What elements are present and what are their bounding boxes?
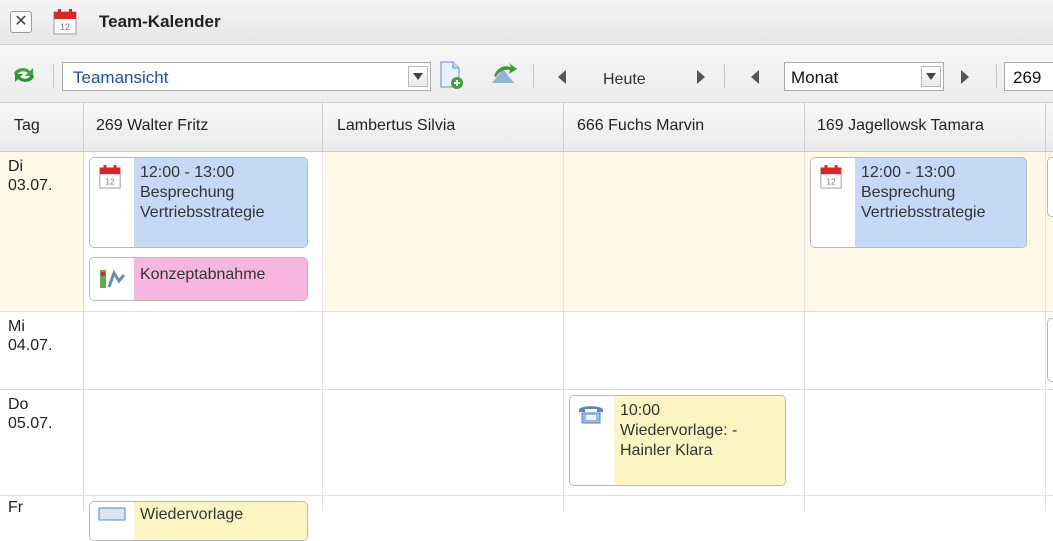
appointment-event[interactable]: 12 12:00 - 13:00 Besprechung Vertriebsst… <box>810 157 1027 248</box>
period-select[interactable]: Monat <box>784 62 944 91</box>
event-title: Besprechung <box>140 184 235 201</box>
appointment-event[interactable]: 12 12:00 - 13:00 Besprechung Vertriebsst… <box>89 157 308 248</box>
event-time: 12:00 - 13:00 <box>861 164 956 181</box>
column-header-person[interactable]: 269 Walter Fritz <box>84 103 323 151</box>
event-title: Wiedervorlage <box>140 506 244 523</box>
task-event[interactable]: Konzeptabnahme <box>89 257 308 301</box>
grid-header: Tag 269 Walter Fritz Lambertus Silvia 66… <box>0 103 1053 152</box>
day-label: Di 03.07. <box>0 152 84 311</box>
event-subtitle: Vertriebsstrategie <box>140 204 265 221</box>
title-bar: ✕ 12 Team-Kalender <box>0 0 1053 45</box>
calendar-cell[interactable] <box>84 312 323 389</box>
toolbar-separator <box>533 64 534 88</box>
svg-text:12: 12 <box>105 176 115 186</box>
toolbar-separator <box>53 64 54 88</box>
event-subtitle: Hainler Klara <box>620 442 713 459</box>
calendar-cell[interactable] <box>564 312 805 389</box>
column-header-person[interactable]: Lambertus Silvia <box>323 103 564 151</box>
event-title: Wiedervorlage: - <box>620 422 738 439</box>
day-label: Fr <box>0 496 84 516</box>
event-subtitle: Vertriebsstrategie <box>861 204 986 221</box>
column-header-person[interactable]: 666 Fuchs Marvin <box>564 103 805 151</box>
date-label: 03.07. <box>8 177 53 194</box>
column-header-person[interactable]: 169 Jagellowsk Tamara <box>805 103 1046 151</box>
person-field[interactable]: 269 <box>1004 62 1053 91</box>
share-icon[interactable] <box>489 61 519 87</box>
view-select[interactable]: Teamansicht <box>62 62 431 91</box>
calendar-cell[interactable] <box>323 496 564 511</box>
weekday-label: Fr <box>8 499 24 516</box>
period-select-value: Monat <box>791 68 839 87</box>
appointment-event[interactable] <box>1047 157 1053 217</box>
callback-event[interactable]: Wiedervorlage <box>89 501 308 541</box>
next-period-icon[interactable] <box>961 70 969 84</box>
calendar-cell[interactable] <box>323 312 564 389</box>
svg-text:12: 12 <box>60 22 70 32</box>
calendar-cell[interactable] <box>564 496 805 511</box>
weekday-label: Mi <box>8 318 25 335</box>
person-field-value: 269 <box>1013 68 1042 87</box>
calendar-icon: 12 <box>99 165 121 189</box>
new-document-icon[interactable] <box>438 61 464 89</box>
calendar-cell[interactable] <box>84 390 323 495</box>
column-header-person[interactable] <box>1046 103 1053 151</box>
day-label: Mi 04.07. <box>0 312 84 389</box>
date-label: 04.07. <box>8 337 53 354</box>
calendar-cell[interactable] <box>805 496 1046 511</box>
today-button[interactable]: Heute <box>603 71 646 89</box>
weekday-label: Do <box>8 396 29 413</box>
event-time: 10:00 <box>620 402 661 419</box>
calendar-icon: 12 <box>820 165 842 189</box>
task-icon <box>100 269 126 288</box>
previous-arrow-icon[interactable] <box>558 70 566 84</box>
previous-period-icon[interactable] <box>751 70 759 84</box>
view-select-value: Teamansicht <box>73 68 169 87</box>
note-icon <box>98 507 126 521</box>
toolbar-separator <box>996 64 997 88</box>
event-title: Konzeptabnahme <box>140 266 266 283</box>
calendar-cell[interactable] <box>323 390 564 495</box>
date-label: 05.07. <box>8 415 53 432</box>
day-label: Do 05.07. <box>0 390 84 495</box>
refresh-icon[interactable] <box>11 65 37 85</box>
next-arrow-icon[interactable] <box>697 70 705 84</box>
calendar-cell[interactable] <box>564 152 805 311</box>
event-title: Besprechung <box>861 184 956 201</box>
day-row: Fr Wiedervorlage <box>0 496 1053 541</box>
close-button[interactable]: ✕ <box>10 11 32 33</box>
chevron-down-icon[interactable] <box>921 66 941 87</box>
day-row: Di 03.07. 12 12:00 - 13:00 Besprechung V… <box>0 152 1053 312</box>
column-header-day[interactable]: Tag <box>0 103 84 151</box>
chevron-down-icon[interactable] <box>408 66 428 87</box>
event-time: 12:00 - 13:00 <box>140 164 235 181</box>
window-title: Team-Kalender <box>99 12 221 31</box>
day-row: Mi 04.07. <box>0 312 1053 390</box>
weekday-label: Di <box>8 158 24 175</box>
calendar-cell[interactable] <box>805 312 1046 389</box>
callback-event[interactable]: 10:00 Wiedervorlage: - Hainler Klara <box>569 395 786 486</box>
calendar-cell[interactable] <box>323 152 564 311</box>
calendar-cell[interactable] <box>805 390 1046 495</box>
phone-icon <box>579 406 603 424</box>
appointment-event[interactable] <box>1047 318 1053 382</box>
toolbar-separator <box>724 64 725 88</box>
toolbar: Teamansicht Heute Monat 269 <box>0 45 1053 103</box>
svg-text:12: 12 <box>826 176 836 186</box>
day-row: Do 05.07. 10:00 Wiedervorlage: - Hainler… <box>0 390 1053 496</box>
calendar-icon: 12 <box>53 9 77 35</box>
